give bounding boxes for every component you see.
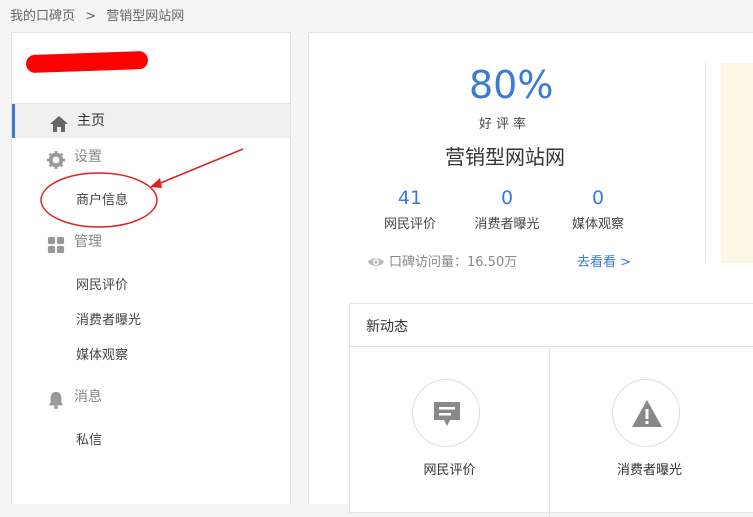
main-panel: 80% 好评率 营销型网站网 41 网民评价 0 消费者曝光 0 媒体观察 口碑… [308, 32, 753, 517]
sidebar-item-label: 管理 [74, 234, 102, 250]
stat-netizen-reviews[interactable]: 41 网民评价 [365, 187, 455, 232]
sidebar-item-home[interactable]: 主页 [12, 104, 290, 138]
sidebar: 主页 设置 商户信息 管理 网民评价 消费者曝光 媒体观察 消息 私信 [11, 32, 291, 504]
news-card-label: 网民评价 [423, 463, 476, 478]
stat-label: 消费者曝光 [474, 217, 540, 232]
news-panel: 新动态 网民评价 消费者曝光 [349, 303, 753, 517]
news-card-consumer-exposure[interactable]: 消费者曝光 [550, 347, 749, 517]
sidebar-item-label: 设置 [74, 149, 102, 165]
sidebar-item-consumer-exposure[interactable]: 消费者曝光 [76, 309, 141, 328]
panel-divider [705, 63, 706, 263]
news-card-label: 消费者曝光 [616, 463, 682, 478]
stat-consumer-exposure[interactable]: 0 消费者曝光 [457, 187, 557, 232]
eye-icon [367, 255, 385, 273]
home-icon [49, 112, 69, 132]
stat-value: 0 [591, 187, 605, 209]
site-name: 营销型网站网 [445, 145, 565, 169]
sidebar-item-media-watch[interactable]: 媒体观察 [76, 344, 128, 363]
go-see-link[interactable]: 去看看 > [577, 251, 631, 270]
sidebar-group-settings[interactable]: 设置 [12, 140, 290, 174]
bell-icon [46, 388, 66, 409]
positive-rate: 80% [469, 63, 554, 107]
news-card-circle [412, 379, 480, 447]
sidebar-group-messages[interactable]: 消息 [12, 380, 290, 414]
stat-media-watch[interactable]: 0 媒体观察 [553, 187, 643, 232]
sidebar-item-merchant-info[interactable]: 商户信息 [76, 189, 128, 208]
stat-label: 媒体观察 [571, 217, 624, 232]
news-title: 新动态 [366, 319, 408, 335]
positive-rate-label: 好评率 [479, 117, 531, 132]
stat-value: 41 [397, 187, 423, 209]
news-card-circle [612, 379, 680, 447]
visit-count: 口碑访问量：16.50万 [367, 251, 517, 273]
sidebar-item-private-message[interactable]: 私信 [76, 429, 102, 448]
visit-count-text: 口碑访问量：16.50万 [389, 255, 518, 270]
sidebar-item-netizen-reviews[interactable]: 网民评价 [76, 274, 128, 293]
sidebar-group-manage[interactable]: 管理 [12, 225, 290, 259]
stat-label: 网民评价 [383, 217, 436, 232]
stat-value: 0 [500, 187, 514, 209]
side-panel-edge [721, 63, 753, 263]
sidebar-item-label: 主页 [77, 113, 105, 129]
sidebar-item-label: 消息 [74, 389, 102, 405]
breadcrumb-separator: > [85, 9, 97, 24]
breadcrumb-home[interactable]: 我的口碑页 [10, 9, 75, 24]
news-card-netizen-reviews[interactable]: 网民评价 [350, 347, 549, 517]
breadcrumb: 我的口碑页 > 营销型网站网 [10, 5, 190, 24]
breadcrumb-current: 营销型网站网 [106, 9, 185, 24]
redacted-username [25, 50, 149, 74]
grid-icon [46, 233, 66, 254]
gear-icon [46, 148, 66, 169]
